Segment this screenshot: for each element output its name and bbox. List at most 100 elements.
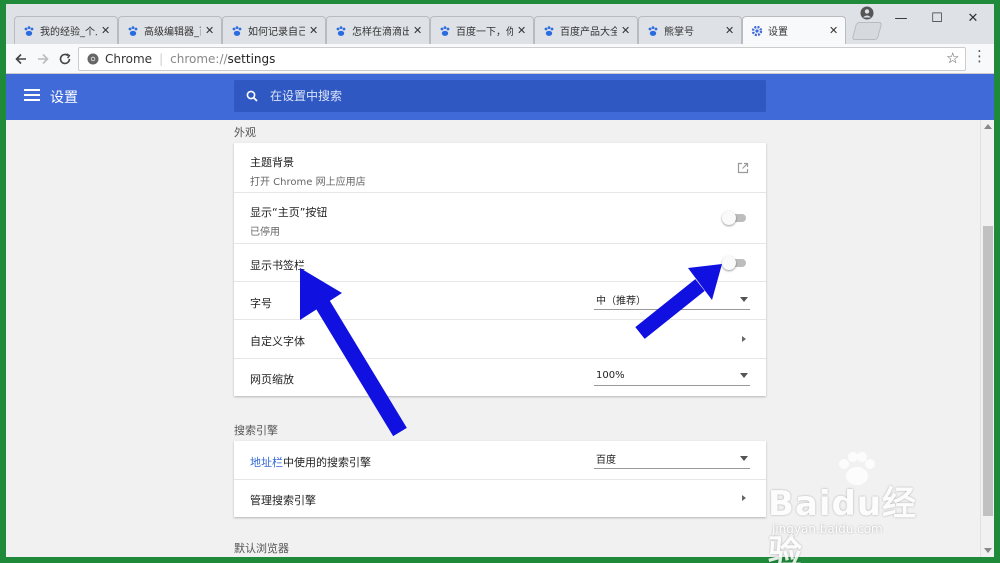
tab-title: 百度产品大全 [560,27,617,38]
settings-search[interactable] [234,80,766,112]
address-bar-engine-row: 地址栏中使用的搜索引擎 百度 [234,441,766,480]
chevron-down-icon [740,456,748,461]
close-icon[interactable]: ✕ [309,25,319,36]
search-engine-value: 百度 [596,455,616,466]
close-icon: ✕ [967,10,979,26]
page-zoom-value: 100% [596,370,625,381]
home-button-row[interactable]: 显示“主页”按钮 已停用 [234,193,766,244]
theme-row[interactable]: 主题背景 打开 Chrome 网上应用店 [234,143,766,193]
reload-button[interactable] [54,48,76,70]
section-title-search-engine: 搜索引擎 [234,424,278,437]
tab-title: 设置 [768,27,788,38]
arrow-right-icon [38,53,49,65]
bookmarks-bar-label: 显示书签栏 [250,259,305,272]
baidu-watermark: Baidu经验 jingyan.baidu.com [768,452,948,563]
maximize-icon: ☐ [931,10,943,26]
bookmarks-bar-toggle[interactable] [722,256,748,270]
chrome-icon [87,53,99,65]
manage-search-engines-row[interactable]: 管理搜索引擎 [234,480,766,517]
tab-strip: 我的经验_个人 ✕ 高级编辑器_百 ✕ 如何记录自己 ✕ 怎样在滴滴出 ✕ 百度… [6,4,994,44]
close-icon[interactable]: ✕ [101,25,111,36]
arrow-left-icon [15,53,26,65]
scroll-up-icon[interactable] [984,124,992,129]
baidu-paw-icon [24,25,34,36]
address-bar-link[interactable]: 地址栏 [250,456,283,469]
theme-label: 主题背景 [250,156,294,169]
tab-1[interactable]: 我的经验_个人 ✕ [14,16,118,44]
new-tab-button[interactable] [851,22,883,40]
profile-icon[interactable] [860,6,874,20]
close-icon[interactable]: ✕ [517,25,527,36]
star-icon[interactable]: ☆ [946,49,959,67]
close-icon[interactable]: ✕ [829,25,839,36]
section-title-default-browser: 默认浏览器 [234,542,289,555]
custom-fonts-label: 自定义字体 [250,335,305,348]
close-icon[interactable]: ✕ [621,25,631,36]
page-zoom-row: 网页缩放 100% [234,359,766,396]
watermark-url: jingyan.baidu.com [772,522,883,536]
search-input[interactable] [270,89,710,103]
reload-icon [59,53,71,65]
scroll-down-icon[interactable] [984,548,992,553]
home-button-sub: 已停用 [250,227,280,238]
forward-button[interactable] [32,48,54,70]
baidu-paw-icon [648,25,658,36]
baidu-paw-icon [544,25,554,36]
more-vert-icon[interactable]: ⋮ [972,47,987,65]
chevron-down-icon [740,297,748,302]
page-zoom-select[interactable]: 100% [594,366,750,386]
address-bar[interactable]: Chrome | chrome:// settings [78,47,966,71]
baidu-paw-icon [128,25,138,36]
tab-4[interactable]: 怎样在滴滴出 ✕ [326,16,430,44]
close-icon[interactable]: ✕ [725,25,735,36]
tab-title: 如何记录自己 [248,27,305,38]
tab-title: 百度一下，你 [456,27,513,38]
minimize-icon: — [894,10,908,26]
site-label: Chrome [105,52,153,66]
scroll-thumb[interactable] [983,226,993,516]
tab-settings[interactable]: 设置 ✕ [742,16,846,44]
tab-6[interactable]: 百度产品大全 ✕ [534,16,638,44]
toolbar: Chrome | chrome:// settings ☆ ⋮ [6,44,994,74]
tab-title: 高级编辑器_百 [144,27,201,38]
page-title: 设置 [50,90,78,106]
font-size-value: 中（推荐） [596,296,646,307]
bookmarks-bar-row[interactable]: 显示书签栏 [234,244,766,282]
home-button-toggle[interactable] [722,211,748,225]
search-engine-card: 地址栏中使用的搜索引擎 百度 管理搜索引擎 [234,441,766,517]
close-icon[interactable]: ✕ [413,25,423,36]
theme-sub: 打开 Chrome 网上应用店 [250,177,366,188]
close-icon[interactable]: ✕ [205,25,215,36]
section-title-appearance: 外观 [234,126,256,139]
tab-title: 熊掌号 [664,27,694,38]
scrollbar[interactable] [980,120,994,557]
appearance-card: 主题背景 打开 Chrome 网上应用店 显示“主页”按钮 已停用 显示书签栏 … [234,143,766,396]
tab-5[interactable]: 百度一下，你 ✕ [430,16,534,44]
baidu-paw-icon [336,25,346,36]
settings-header: 设置 [6,74,994,120]
search-icon [246,90,258,102]
tab-2[interactable]: 高级编辑器_百 ✕ [118,16,222,44]
close-window-button[interactable]: ✕ [956,4,990,32]
chevron-down-icon [740,373,748,378]
back-button[interactable] [10,48,32,70]
tab-title: 怎样在滴滴出 [352,27,409,38]
gear-icon [751,25,763,36]
divider: | [159,52,164,66]
baidu-paw-icon [440,25,450,36]
font-size-select[interactable]: 中（推荐） [594,290,750,310]
baidu-paw-icon [232,25,242,36]
chevron-right-icon [742,336,746,342]
tab-7[interactable]: 熊掌号 ✕ [638,16,742,44]
minimize-button[interactable]: — [884,4,918,32]
tab-title: 我的经验_个人 [40,27,97,38]
maximize-button[interactable]: ☐ [920,4,954,32]
open-in-new-icon[interactable] [737,162,749,174]
menu-icon[interactable] [22,86,42,106]
search-engine-select[interactable]: 百度 [594,449,750,469]
watermark-logo: Baidu经验 [768,484,918,563]
url-scheme: chrome:// [170,52,228,66]
chevron-right-icon [742,495,746,501]
custom-fonts-row[interactable]: 自定义字体 [234,320,766,359]
tab-3[interactable]: 如何记录自己 ✕ [222,16,326,44]
